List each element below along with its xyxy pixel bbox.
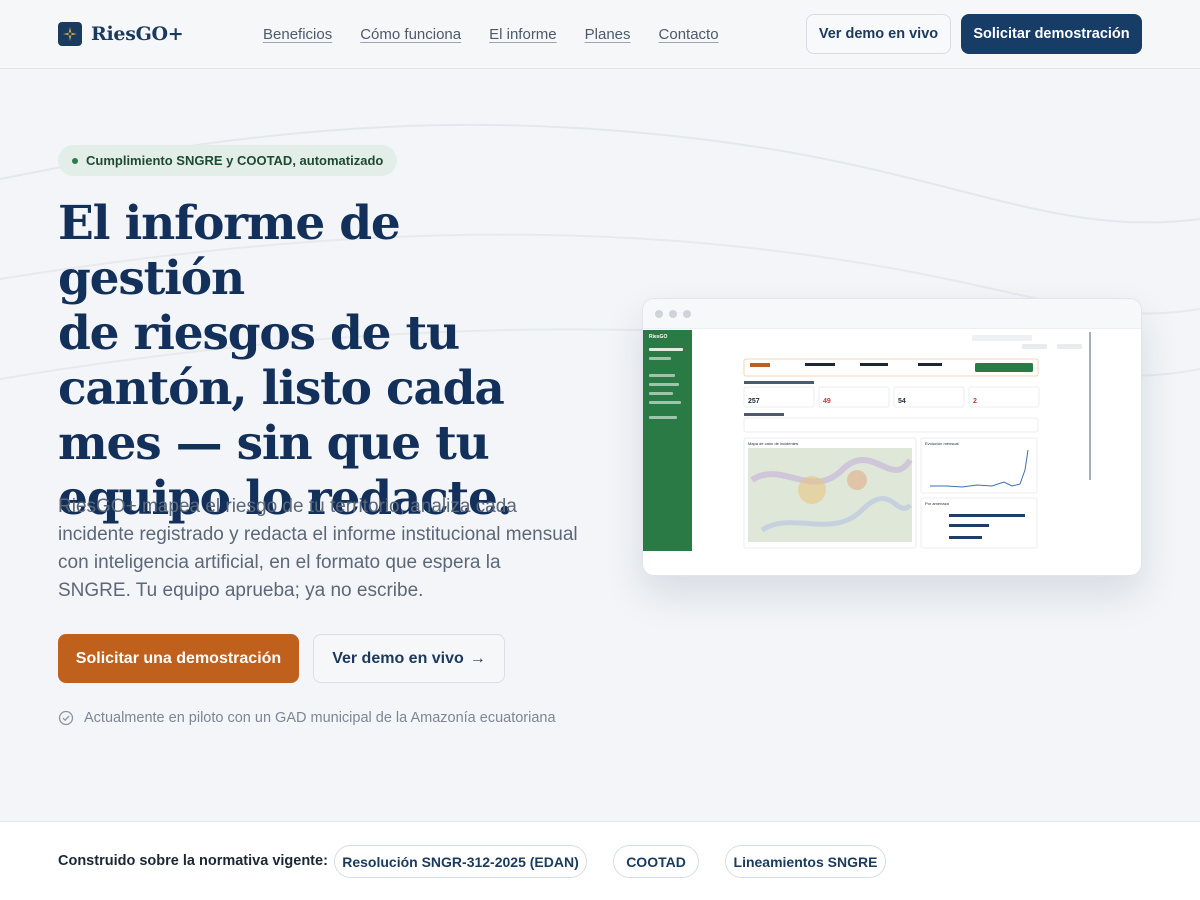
preview-sidebar: RiesGO — [643, 330, 692, 551]
regulation-chip-sngre[interactable]: Lineamientos SNGRE — [725, 845, 886, 878]
regulation-chip-cootad[interactable]: COOTAD — [613, 845, 699, 878]
brand-logo[interactable]: RiesGO+ — [58, 22, 184, 46]
hero-title-line: cantón, listo cada — [58, 361, 505, 416]
preview-dashboard-content: 257 49 54 2 Mapa de calor de incidentes … — [743, 332, 1091, 549]
hero-description: RiesGO+ mapea el riesgo de tu territorio… — [58, 496, 578, 601]
preview-map-title: Mapa de calor de incidentes — [748, 441, 798, 446]
pilot-note: Actualmente en piloto con un GAD municip… — [58, 710, 556, 726]
live-demo-button[interactable]: Ver demo en vivo → — [313, 634, 505, 683]
preview-kpi-value: 49 — [823, 398, 831, 405]
preview-sidebar-item — [649, 416, 677, 419]
preview-bars-title: Por amenaza — [925, 501, 950, 506]
preview-app-name: RiesGO — [649, 334, 668, 340]
preview-sidebar-item — [649, 401, 681, 404]
brand-name: RiesGO+ — [91, 23, 184, 45]
main-nav: Beneficios Cómo funciona El informe Plan… — [263, 26, 719, 43]
arrow-right-icon: → — [469, 649, 486, 667]
preview-kpi-value: 54 — [898, 398, 906, 405]
compliance-badge: Cumplimiento SNGRE y COOTAD, automatizad… — [58, 145, 398, 176]
window-dot-icon — [655, 309, 663, 318]
preview-kpi-value: 257 — [748, 398, 760, 405]
preview-kpi-value: 2 — [973, 398, 977, 405]
nav-link-contacto[interactable]: Contacto — [659, 26, 719, 43]
compass-icon — [58, 22, 82, 46]
regulation-chip-sngr[interactable]: Resolución SNGR-312-2025 (EDAN) — [334, 845, 587, 878]
preview-sidebar-item — [649, 374, 675, 377]
pilot-note-text: Actualmente en piloto con un GAD municip… — [84, 710, 556, 726]
preview-window-bar — [643, 299, 1141, 329]
nav-link-como-funciona[interactable]: Cómo funciona — [360, 26, 461, 43]
nav-link-beneficios[interactable]: Beneficios — [263, 26, 332, 43]
site-header: RiesGO+ Beneficios Cómo funciona El info… — [0, 0, 1200, 69]
status-dot-icon — [72, 158, 78, 164]
window-dot-icon — [669, 309, 677, 318]
dashboard-preview: RiesGO 257 49 54 2 Mapa de calor de inci… — [642, 298, 1142, 576]
window-dot-icon — [683, 309, 691, 318]
compliance-badge-text: Cumplimiento SNGRE y COOTAD, automatizad… — [86, 153, 384, 168]
hero-title: El informe de gestión de riesgos de tu c… — [58, 196, 578, 526]
nav-link-planes[interactable]: Planes — [585, 26, 631, 43]
live-demo-button-label: Ver demo en vivo — [332, 649, 464, 667]
request-demo-cta-button[interactable]: Solicitar una demostración — [58, 634, 299, 683]
preview-sidebar-item — [649, 348, 683, 351]
header-request-demo-button[interactable]: Solicitar demostración — [961, 14, 1142, 54]
preview-sidebar-item — [649, 357, 671, 360]
hero-title-line: de riesgos de tu — [58, 306, 460, 361]
hero-title-line: mes — sin que tu — [58, 416, 490, 471]
preview-chart-title: Evolución mensual — [925, 441, 959, 446]
preview-sidebar-item — [649, 392, 673, 395]
nav-link-el-informe[interactable]: El informe — [489, 26, 557, 43]
regulations-label: Construido sobre la normativa vigente: — [58, 853, 328, 869]
preview-sidebar-item — [649, 383, 679, 386]
hero-title-line: El informe de gestión — [58, 196, 401, 306]
check-circle-icon — [58, 710, 74, 726]
regulations-band: Construido sobre la normativa vigente: R… — [0, 821, 1200, 900]
header-demo-live-button[interactable]: Ver demo en vivo — [806, 14, 951, 54]
